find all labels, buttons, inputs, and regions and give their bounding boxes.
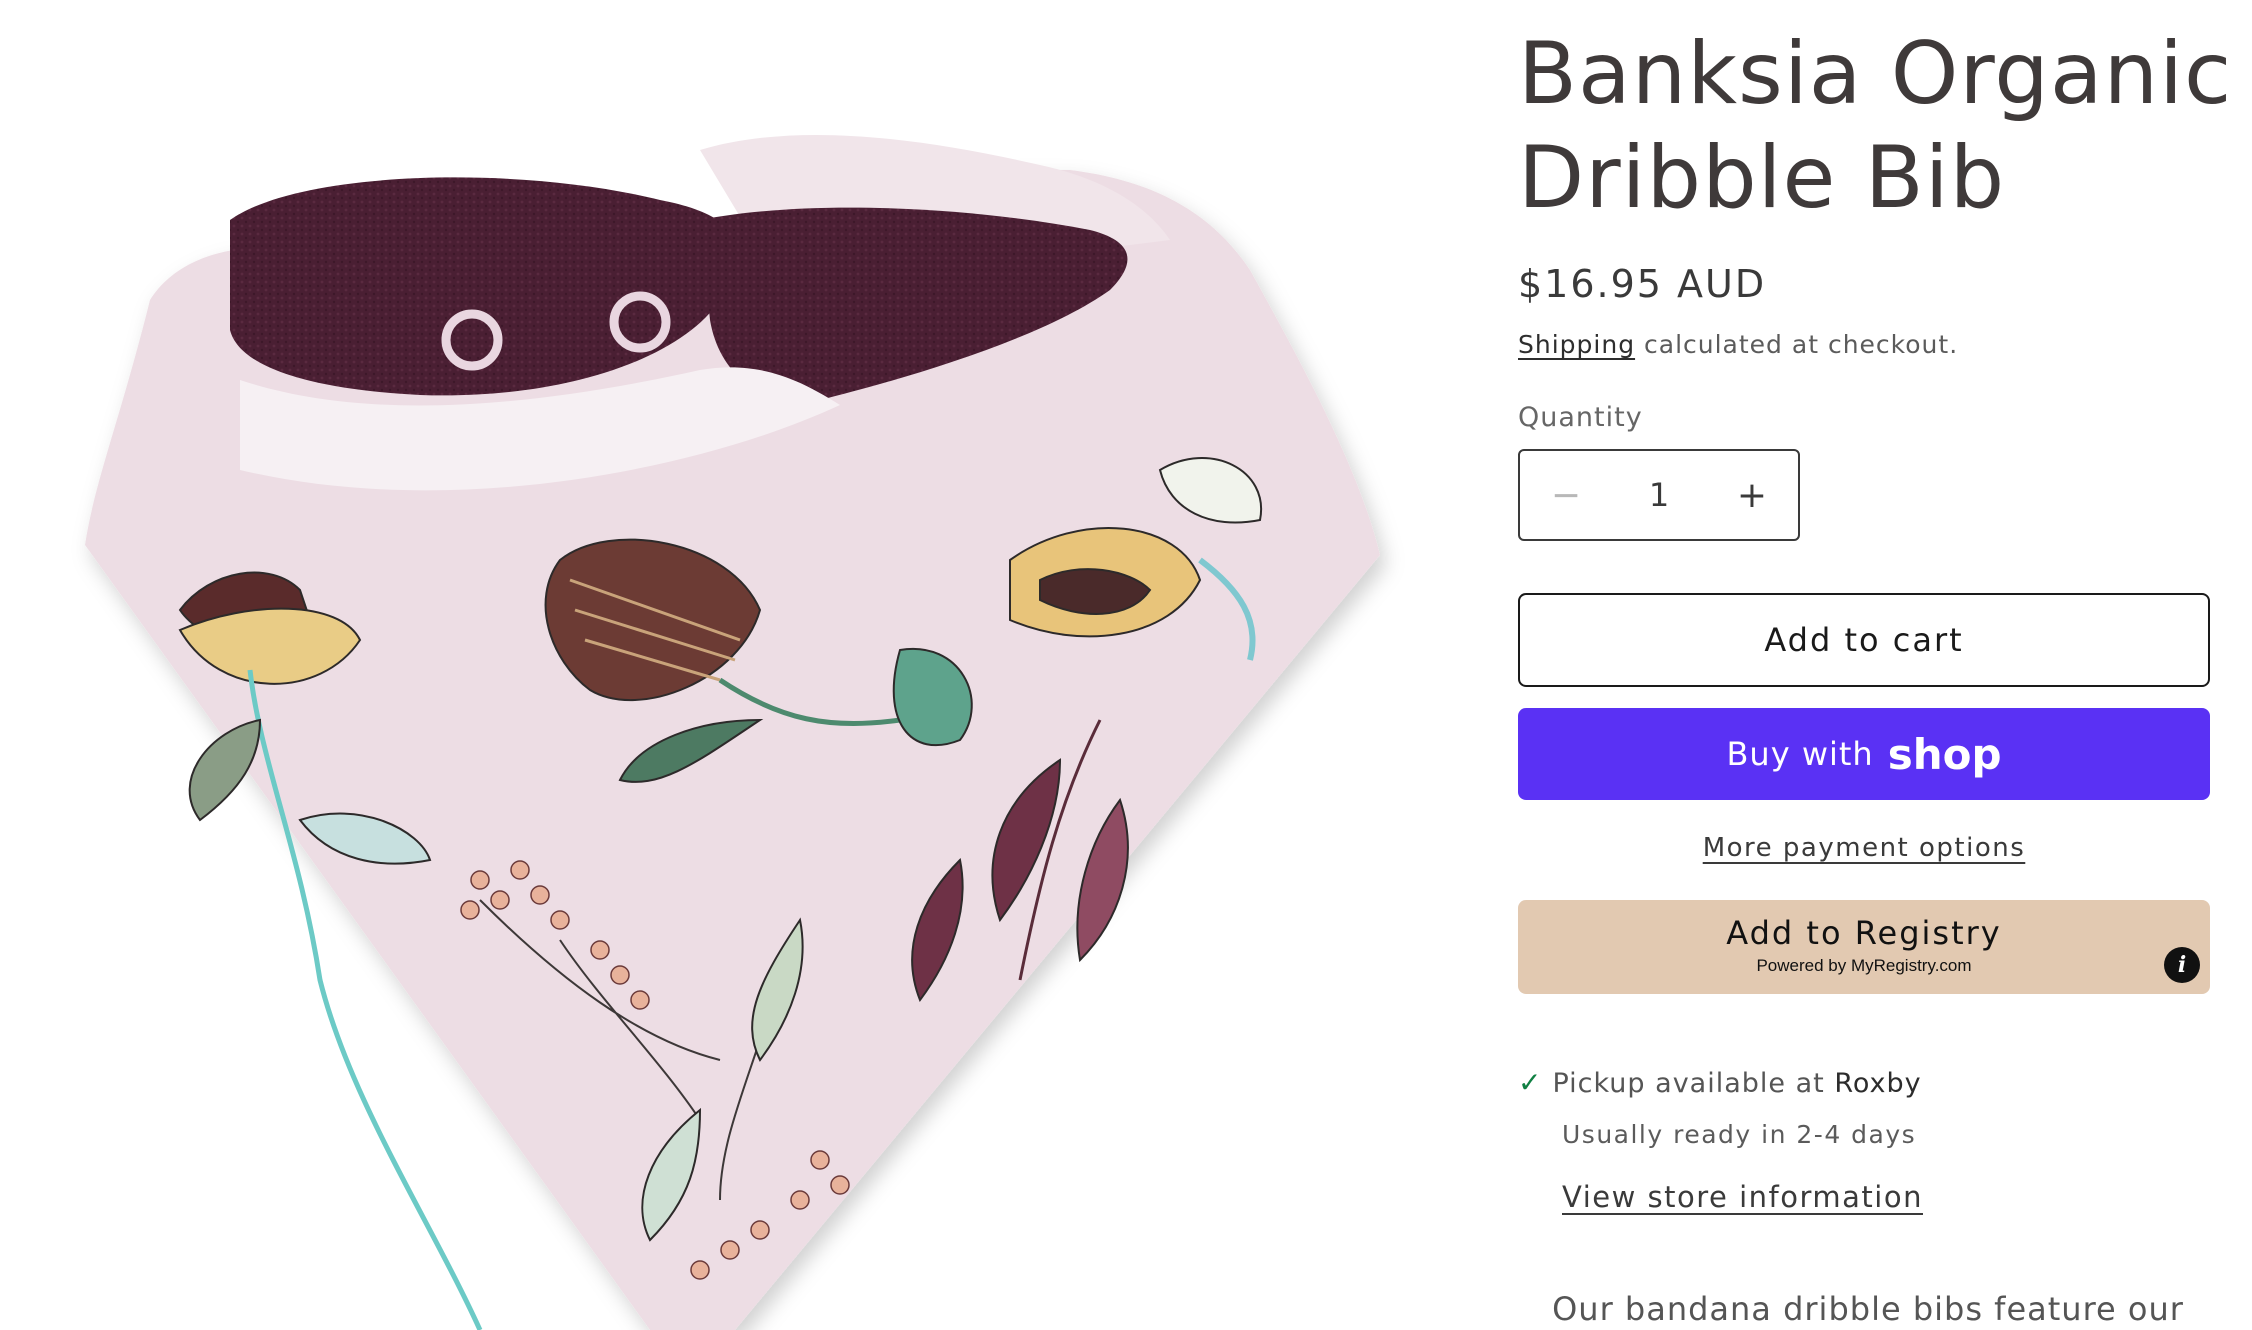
title-line-1: Banksia Organic	[1518, 24, 2233, 124]
plus-icon[interactable]: +	[1706, 451, 1798, 539]
shop-logo: shop	[1887, 729, 2002, 779]
registry-powered-by: Powered by MyRegistry.com	[1756, 956, 1972, 975]
more-payment-options-link[interactable]: More payment options	[1703, 833, 2026, 863]
minus-icon[interactable]: −	[1520, 451, 1612, 539]
quantity-input[interactable]: 1	[1649, 476, 1669, 514]
buy-with-label: Buy with	[1726, 735, 1874, 773]
product-title: Banksia Organic Dribble Bib	[1518, 22, 2238, 230]
registry-label: Add to Registry	[1726, 914, 2002, 952]
shipping-note-text: calculated at checkout.	[1635, 330, 1959, 359]
shipping-note: Shipping calculated at checkout.	[1518, 330, 1958, 359]
view-store-information-link[interactable]: View store information	[1562, 1180, 1923, 1214]
pickup-text: Pickup available at	[1552, 1068, 1835, 1099]
quantity-label: Quantity	[1518, 402, 1643, 433]
product-image[interactable]	[0, 0, 1460, 1330]
buy-with-shop-button[interactable]: Buy with shop	[1518, 708, 2210, 800]
product-price: $16.95 AUD	[1518, 262, 1767, 306]
checkmark-icon: ✓	[1518, 1066, 1543, 1099]
title-line-2: Dribble Bib	[1518, 128, 2006, 228]
add-to-cart-button[interactable]: Add to cart	[1518, 593, 2210, 687]
add-to-registry-button[interactable]: Add to Registry Powered by MyRegistry.co…	[1518, 900, 2210, 994]
info-icon[interactable]: i	[2164, 947, 2200, 983]
shipping-link[interactable]: Shipping	[1518, 330, 1635, 359]
bib-illustration	[85, 134, 1380, 1330]
product-description: Our bandana dribble bibs feature our	[1552, 1290, 2184, 1328]
quantity-stepper: − 1 +	[1518, 449, 1800, 541]
pickup-availability: ✓ Pickup available at Roxby	[1518, 1066, 1922, 1099]
pickup-ready-time: Usually ready in 2-4 days	[1562, 1120, 1917, 1149]
pickup-store: Roxby	[1834, 1068, 1922, 1099]
more-payment-options: More payment options	[1518, 833, 2210, 863]
